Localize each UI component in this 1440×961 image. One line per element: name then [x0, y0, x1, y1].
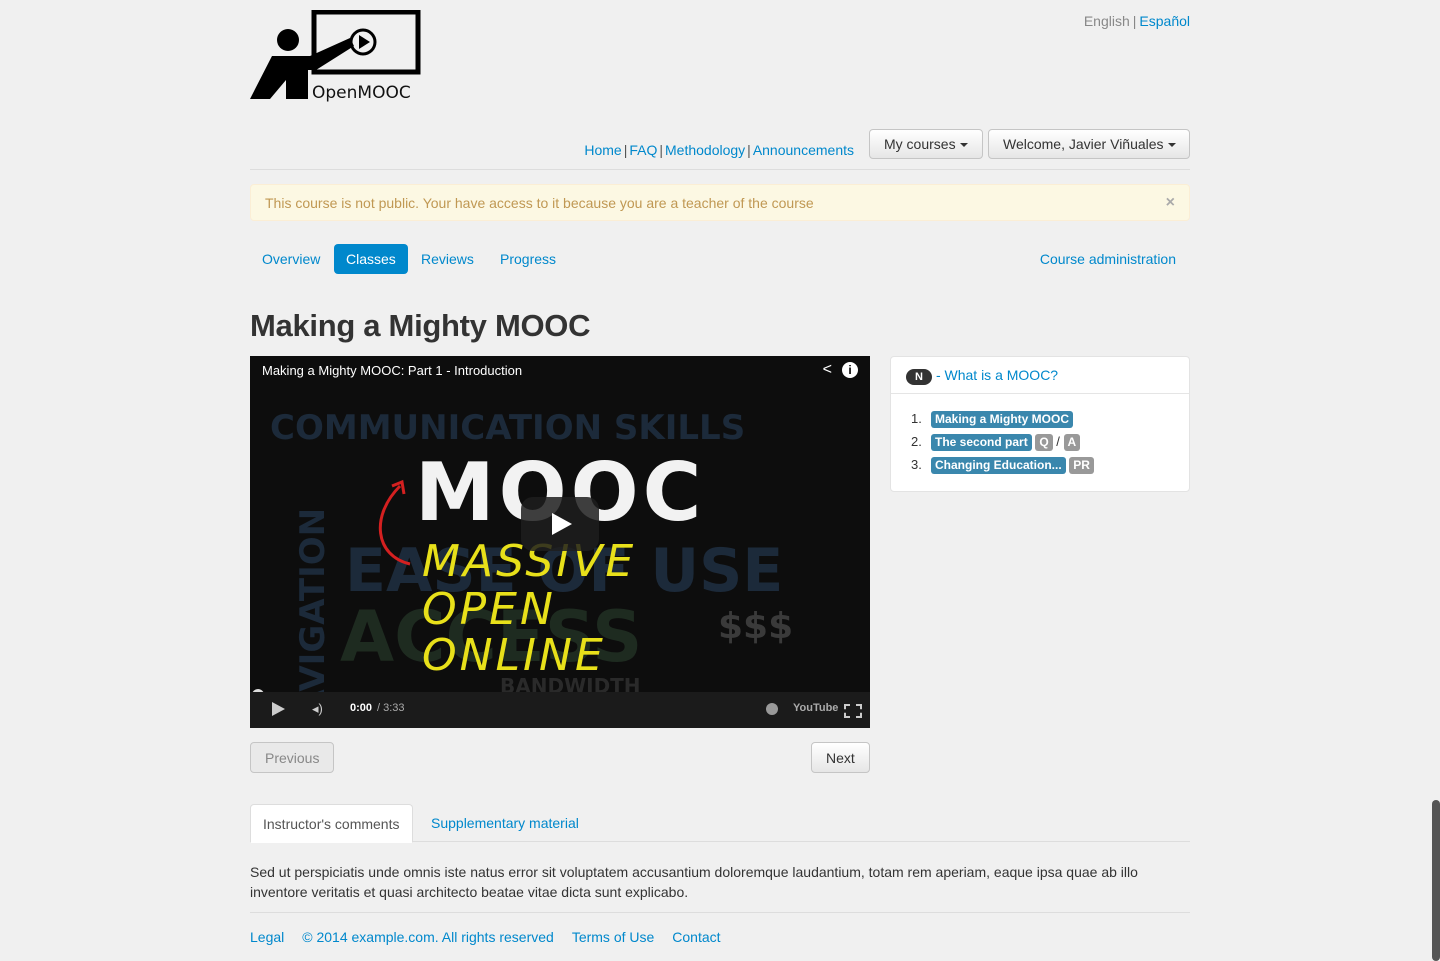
- fullscreen-icon[interactable]: [844, 704, 862, 718]
- nav-faq-link[interactable]: FAQ: [629, 142, 657, 158]
- footer-legal-link[interactable]: Legal: [250, 929, 284, 945]
- list-item: 2. The second part Q / A: [911, 430, 1094, 453]
- page-title: Making a Mighty MOOC: [250, 308, 591, 343]
- video-bg-word: $$$: [718, 606, 794, 647]
- nav-home-link[interactable]: Home: [584, 142, 621, 158]
- footer-copyright-link[interactable]: © 2014 example.com. All rights reserved: [302, 929, 554, 945]
- peer-review-badge[interactable]: PR: [1069, 457, 1094, 474]
- my-courses-dropdown[interactable]: My courses: [869, 129, 983, 159]
- caret-down-icon: [1167, 143, 1176, 148]
- previous-button[interactable]: Previous: [250, 742, 335, 773]
- time-total: / 3:33: [377, 702, 405, 714]
- footer: Legal © 2014 example.com. All rights rese…: [250, 929, 739, 945]
- class-link-1[interactable]: Making a Mighty MOOC: [931, 411, 1074, 428]
- watch-later-icon[interactable]: [766, 703, 778, 715]
- nav-methodology-link[interactable]: Methodology: [665, 142, 745, 158]
- footer-terms-link[interactable]: Terms of Use: [572, 929, 654, 945]
- unit-link[interactable]: - What is a MOOC?: [936, 367, 1058, 383]
- youtube-logo[interactable]: YouTube: [793, 702, 838, 714]
- play-icon[interactable]: [272, 702, 285, 716]
- user-menu-label: Welcome, Javier Viñuales: [1003, 136, 1164, 152]
- tab-classes[interactable]: Classes: [334, 244, 408, 274]
- video-bg-word: COMMUNICATION SKILLS: [270, 408, 746, 448]
- instructor-comment: Sed ut perspiciatis unde omnis iste natu…: [250, 864, 1138, 900]
- list-item: 1. Making a Mighty MOOC: [911, 407, 1094, 430]
- share-icon[interactable]: <: [823, 361, 832, 379]
- list-item-number: 3.: [911, 457, 922, 472]
- user-menu-dropdown[interactable]: Welcome, Javier Viñuales: [988, 129, 1190, 159]
- language-switcher: English | Español: [1084, 13, 1190, 29]
- next-button[interactable]: Next: [811, 742, 870, 773]
- page-scrollbar[interactable]: [1432, 800, 1440, 961]
- volume-icon[interactable]: ◂): [312, 701, 323, 717]
- list-item-number: 1.: [911, 411, 922, 426]
- logo-text: OpenMOOC: [312, 83, 411, 103]
- tab-supplementary-material[interactable]: Supplementary material: [419, 804, 591, 842]
- my-courses-label: My courses: [884, 136, 956, 152]
- class-link-2[interactable]: The second part: [931, 434, 1032, 451]
- unit-sidebar: N- What is a MOOC? 1. Making a Mighty MOOC…: [890, 356, 1190, 492]
- list-item-number: 2.: [911, 434, 922, 449]
- course-administration-link[interactable]: Course administration: [1040, 251, 1176, 267]
- video-handwriting: ONLINE: [422, 630, 606, 681]
- top-nav: Home | FAQ | Methodology | Announcements: [584, 142, 854, 158]
- lang-separator: |: [1132, 13, 1137, 29]
- alert-text: This course is not public. Your have acc…: [265, 195, 814, 211]
- caret-down-icon: [959, 143, 968, 148]
- video-handwriting: OPEN: [422, 584, 556, 635]
- info-icon[interactable]: i: [842, 362, 858, 378]
- header-divider: [250, 169, 1190, 170]
- video-controls: ◂) 0:00 / 3:33 YouTube: [250, 692, 870, 728]
- question-badge[interactable]: Q: [1035, 434, 1053, 451]
- footer-contact-link[interactable]: Contact: [672, 929, 720, 945]
- bottom-tabs: Instructor's comments Supplementary mater…: [250, 804, 1190, 843]
- lang-espanol-link[interactable]: Español: [1139, 13, 1190, 29]
- close-icon[interactable]: ×: [1166, 194, 1175, 212]
- video-title: Making a Mighty MOOC: Part 1 - Introduct…: [262, 363, 523, 378]
- tab-reviews[interactable]: Reviews: [409, 244, 486, 274]
- list-item: 3. Changing Education... PR: [911, 453, 1094, 476]
- unit-list: 1. Making a Mighty MOOC 2. The second part …: [911, 407, 1094, 476]
- private-course-alert: This course is not public. Your have acc…: [250, 184, 1190, 221]
- tab-progress[interactable]: Progress: [488, 244, 568, 274]
- unit-badge: N: [906, 369, 932, 385]
- tab-instructor-comments[interactable]: Instructor's comments: [250, 804, 413, 843]
- answer-badge[interactable]: A: [1063, 434, 1081, 451]
- play-overlay-button[interactable]: [521, 497, 599, 551]
- lang-english: English: [1083, 13, 1130, 29]
- tab-overview[interactable]: Overview: [250, 244, 332, 274]
- video-player[interactable]: COMMUNICATION SKILLS NAVIGATION EASE OF US…: [250, 356, 870, 728]
- sidebar-header: N- What is a MOOC?: [891, 357, 1189, 394]
- nav-announcements-link[interactable]: Announcements: [753, 142, 854, 158]
- time-current: 0:00: [350, 702, 373, 714]
- red-arrow-icon: [378, 479, 411, 566]
- footer-divider: [250, 912, 1190, 913]
- class-link-3[interactable]: Changing Education...: [931, 457, 1066, 474]
- openmooc-logo[interactable]: OpenMOOC: [250, 9, 425, 103]
